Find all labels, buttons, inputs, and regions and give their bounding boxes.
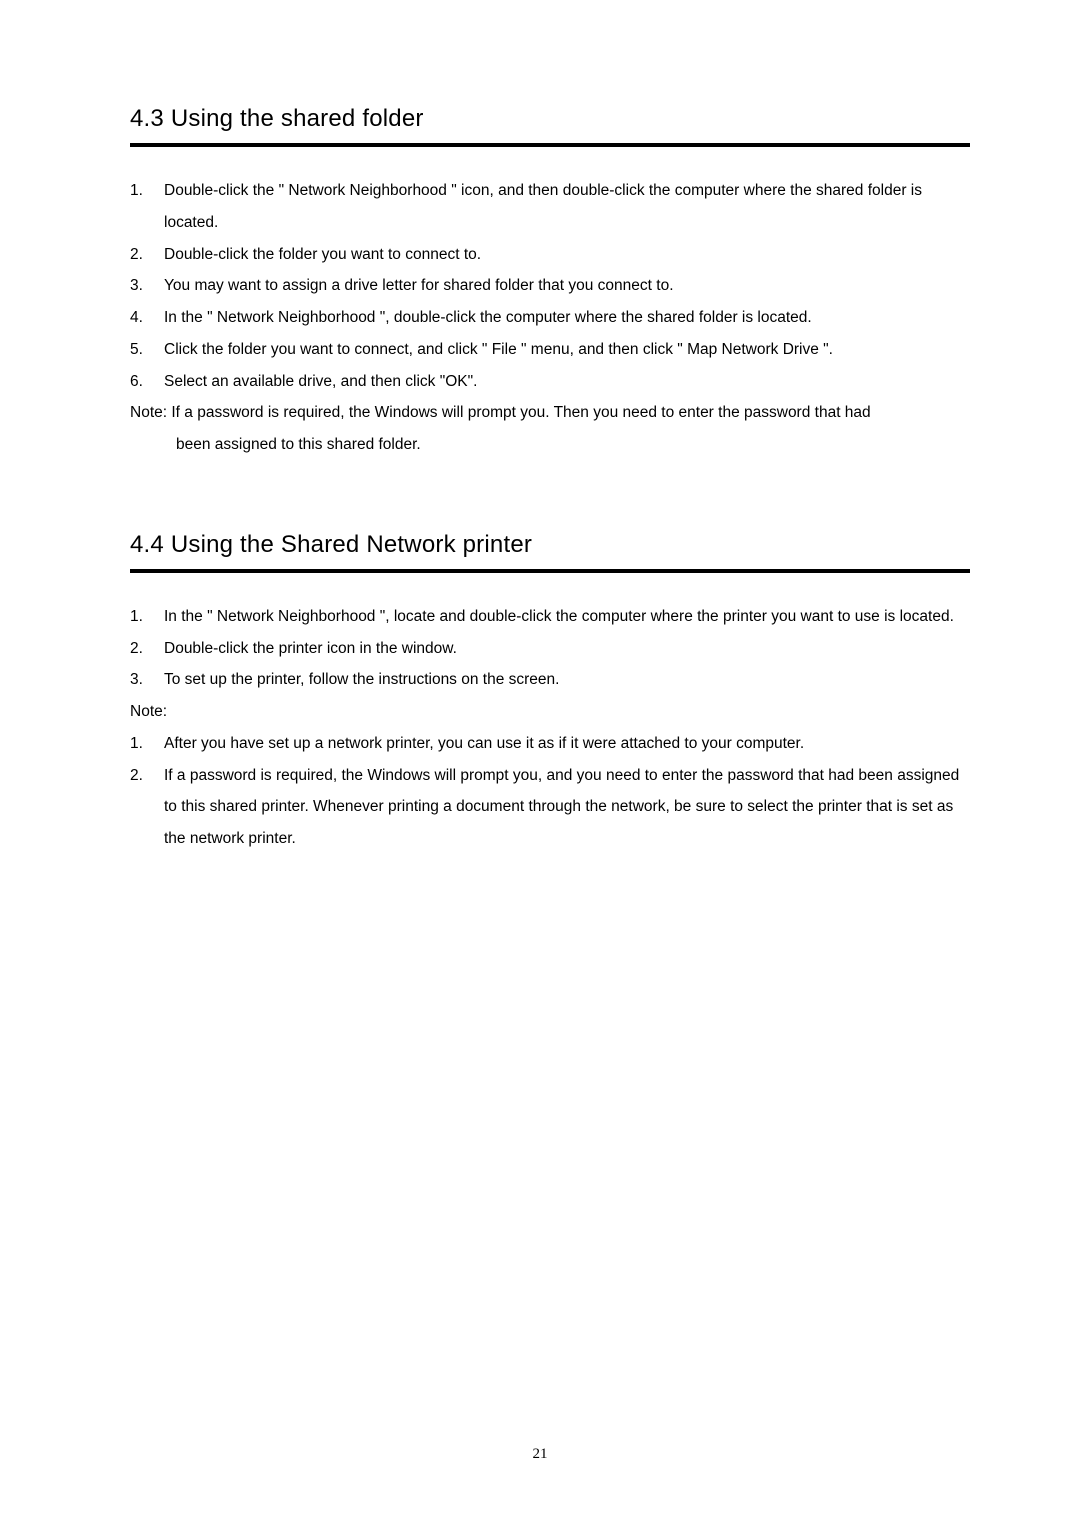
section-4-3-list: Double-click the " Network Neighborhood … <box>130 175 970 397</box>
heading-divider <box>130 143 970 147</box>
list-item: Double-click the " Network Neighborhood … <box>130 175 970 239</box>
section-4-3-heading: 4.3 Using the shared folder <box>130 105 970 133</box>
section-4-4-note-list: After you have set up a network printer,… <box>130 728 970 855</box>
list-item: Double-click the printer icon in the win… <box>130 633 970 665</box>
section-4-4-heading: 4.4 Using the Shared Network printer <box>130 531 970 559</box>
section-4-3-note-line1: Note: If a password is required, the Win… <box>130 397 970 429</box>
section-4-4: 4.4 Using the Shared Network printer In … <box>130 531 970 855</box>
list-item: If a password is required, the Windows w… <box>130 760 970 855</box>
section-4-4-note-label: Note: <box>130 696 970 728</box>
list-item: In the " Network Neighborhood ", locate … <box>130 601 970 633</box>
page-number: 21 <box>0 1446 1080 1463</box>
list-item: Double-click the folder you want to conn… <box>130 239 970 271</box>
section-4-3: 4.3 Using the shared folder Double-click… <box>130 105 970 461</box>
list-item: Click the folder you want to connect, an… <box>130 334 970 366</box>
list-item: After you have set up a network printer,… <box>130 728 970 760</box>
list-item: To set up the printer, follow the instru… <box>130 664 970 696</box>
list-item: Select an available drive, and then clic… <box>130 366 970 398</box>
list-item: You may want to assign a drive letter fo… <box>130 270 970 302</box>
heading-divider <box>130 569 970 573</box>
section-spacer <box>130 461 970 531</box>
list-item: In the " Network Neighborhood ", double-… <box>130 302 970 334</box>
section-4-3-note-line2: been assigned to this shared folder. <box>130 429 970 461</box>
section-4-4-list: In the " Network Neighborhood ", locate … <box>130 601 970 696</box>
